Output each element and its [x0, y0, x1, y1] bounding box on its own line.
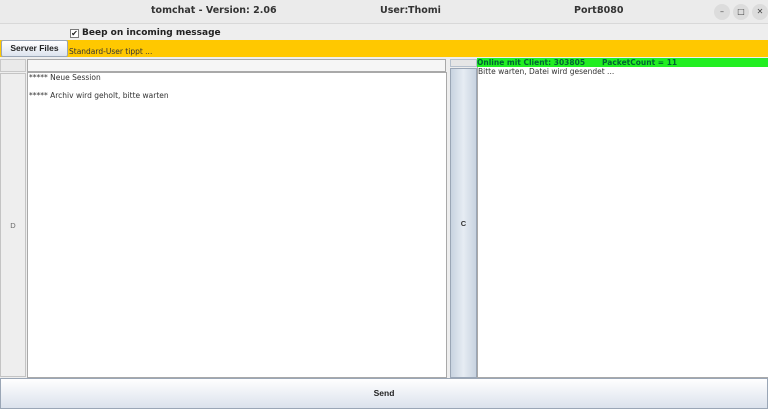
user-label: User:	[380, 5, 409, 16]
beep-option[interactable]: ✔ Beep on incoming message	[70, 27, 221, 39]
d-side-button[interactable]: D	[0, 73, 26, 377]
maximize-icon[interactable]: □	[733, 4, 749, 20]
online-status-bar: Online mit Client: 303805 PacketCount = …	[477, 58, 768, 67]
title-bar: tomchat - Version: 2.06 User: Thomi Port…	[0, 0, 768, 24]
typing-status: Standard-User tippt ...	[69, 47, 153, 56]
beep-label: Beep on incoming message	[82, 28, 221, 38]
transfer-log[interactable]: Bitte warten, Datei wird gesendet ...	[477, 67, 768, 378]
log-line: ***** Archiv wird geholt, bitte warten	[29, 91, 169, 100]
packet-count-text: PacketCount = 11	[602, 58, 678, 67]
send-button[interactable]: Send	[0, 378, 768, 409]
log-line: ***** Neue Session	[29, 73, 101, 82]
online-client-text: Online mit Client: 303805	[477, 58, 586, 67]
c-corner-control	[450, 59, 477, 67]
server-files-button[interactable]: Server Files	[1, 40, 68, 57]
port-value: 8080	[597, 5, 624, 16]
app-title: tomchat - Version: 2.06	[151, 5, 277, 16]
close-icon[interactable]: ✕	[752, 4, 768, 20]
minimize-icon[interactable]: –	[714, 4, 730, 20]
beep-checkbox[interactable]: ✔	[70, 28, 79, 38]
message-input[interactable]	[27, 59, 446, 72]
tomchat-window: tomchat - Version: 2.06 User: Thomi Port…	[0, 0, 768, 409]
chat-log[interactable]: ***** Neue Session ***** Archiv wird geh…	[27, 72, 447, 378]
user-value: Thomi	[408, 5, 441, 16]
c-side-button[interactable]: C	[450, 68, 477, 378]
transfer-log-line: Bitte warten, Datei wird gesendet ...	[478, 67, 615, 76]
left-corner-control	[0, 59, 26, 72]
